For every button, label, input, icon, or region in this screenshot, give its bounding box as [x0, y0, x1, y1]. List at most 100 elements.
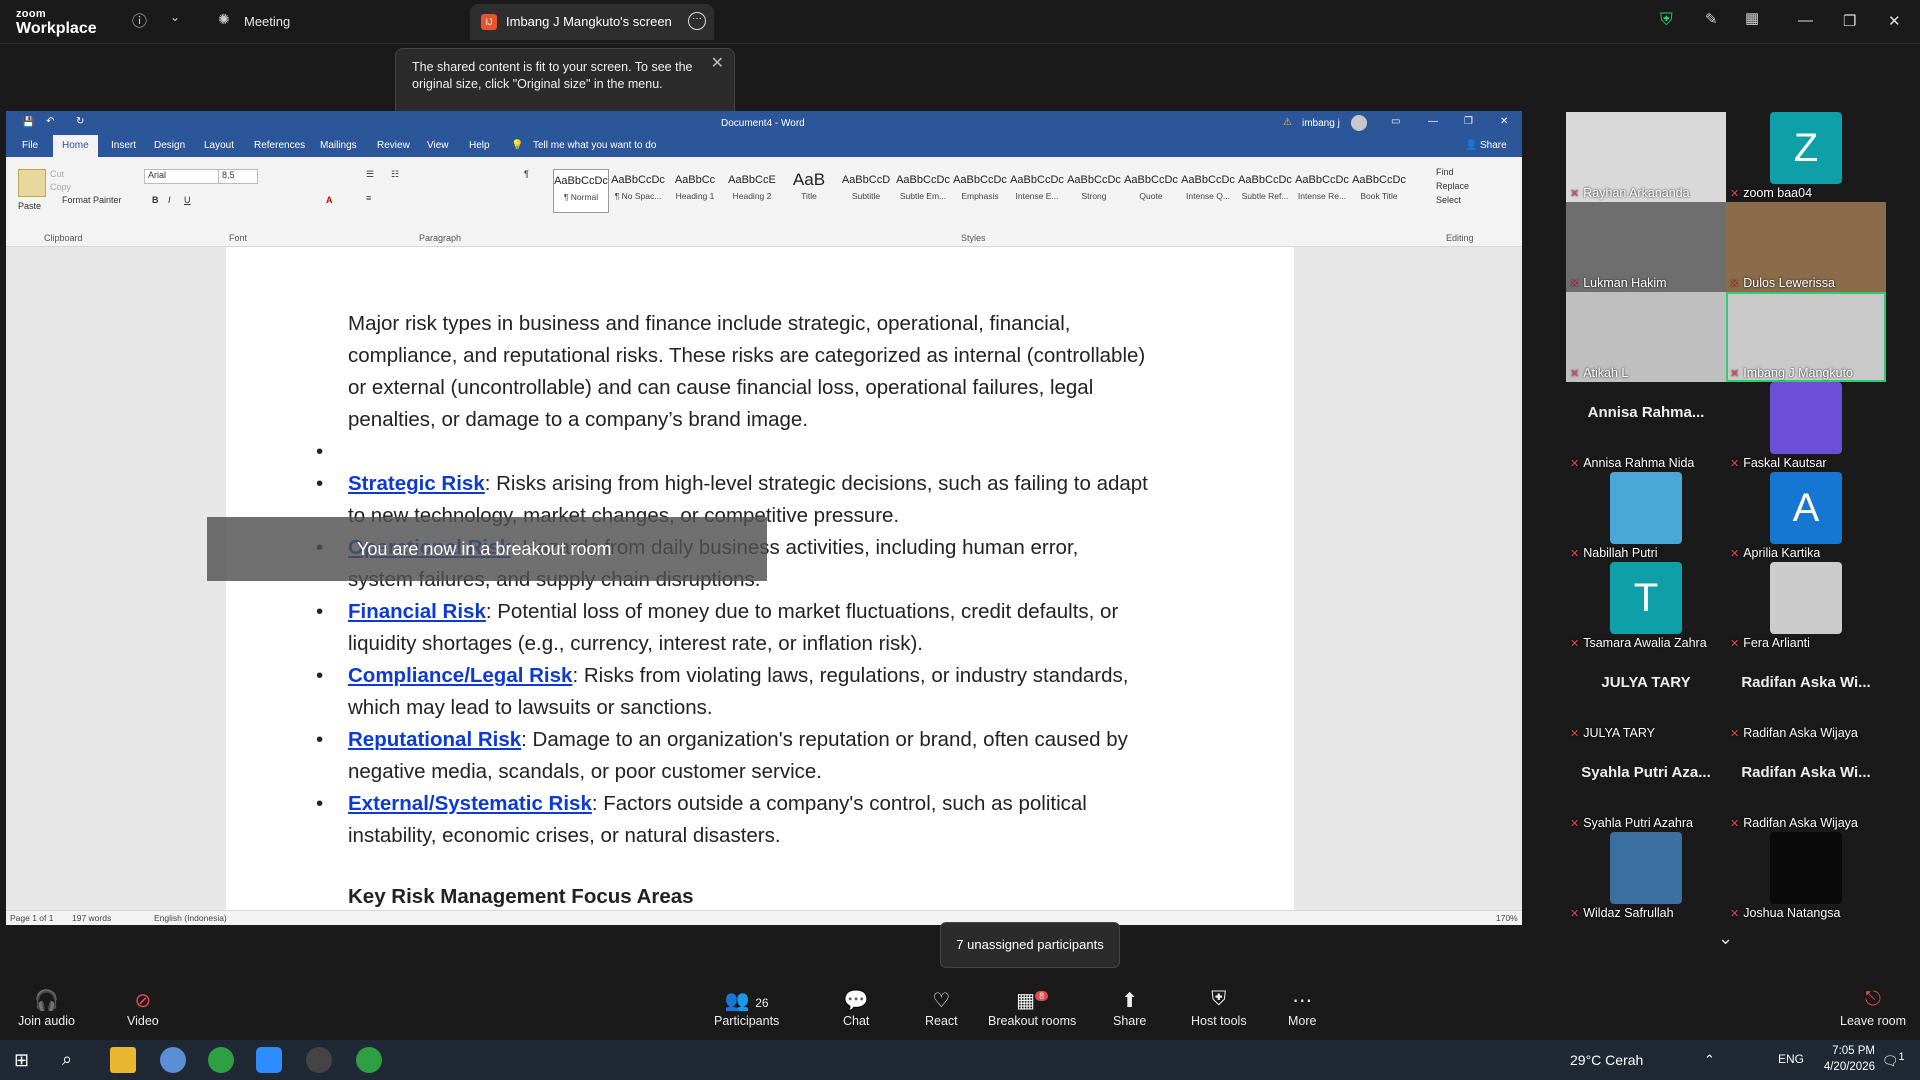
tab-file[interactable]: File: [22, 140, 38, 151]
participant-tile[interactable]: ✕ Faskal Kautsar: [1726, 382, 1886, 472]
find-button[interactable]: Find: [1436, 167, 1454, 177]
shield-icon[interactable]: ⛨: [1660, 10, 1673, 30]
participant-tile[interactable]: ✕ Imbang J Mangkuto: [1726, 292, 1886, 382]
word-user[interactable]: imbang j: [1302, 118, 1340, 129]
more-button[interactable]: ⋯ More: [1288, 988, 1316, 1028]
participant-tile[interactable]: A ✕ Aprilia Kartika: [1726, 472, 1886, 562]
file-explorer-icon[interactable]: [110, 1047, 136, 1073]
chevron-down-icon[interactable]: ⌄: [170, 10, 180, 24]
restore-icon[interactable]: ❐: [1843, 12, 1856, 30]
pen-icon[interactable]: ✎: [1705, 10, 1718, 28]
tab-home[interactable]: Home: [53, 135, 98, 157]
participant-tile[interactable]: ✕ Lukman Hakim: [1566, 202, 1726, 292]
tab-insert[interactable]: Insert: [111, 140, 136, 151]
host-tools-button[interactable]: ⛨ Host tools: [1191, 988, 1247, 1028]
font-size-select[interactable]: 8,5: [218, 169, 258, 184]
format-painter-button[interactable]: Format Painter: [62, 195, 122, 205]
participant-tile[interactable]: ✕ Atikah L: [1566, 292, 1726, 382]
risk-term-link[interactable]: Reputational Risk: [348, 728, 521, 751]
word-minimize-icon[interactable]: —: [1428, 116, 1438, 127]
participant-tile[interactable]: ✕ Wildaz Safrullah: [1566, 832, 1726, 922]
zoom-icon[interactable]: [256, 1047, 282, 1073]
shared-screen-tab[interactable]: IJ Imbang J Mangkuto's screen ···: [470, 4, 714, 40]
chat-button[interactable]: 💬 Chat: [843, 988, 869, 1028]
react-button[interactable]: ♡ React: [925, 988, 958, 1028]
participant-tile[interactable]: Syahla Putri Aza... ✕ Syahla Putri Azahra: [1566, 742, 1726, 832]
tab-review[interactable]: Review: [377, 140, 410, 151]
style-2[interactable]: AaBbCc Heading 1: [667, 169, 723, 213]
word-count[interactable]: 197 words: [72, 913, 111, 923]
risk-term-link[interactable]: Financial Risk: [348, 600, 486, 623]
font-name-select[interactable]: Arial: [144, 169, 220, 184]
tab-layout[interactable]: Layout: [204, 140, 234, 151]
tab-references[interactable]: References: [254, 140, 305, 151]
clock-date[interactable]: 4/20/2026: [1808, 1061, 1875, 1073]
info-icon[interactable]: ⓘ: [132, 10, 147, 31]
language-status[interactable]: English (Indonesia): [154, 913, 227, 923]
meeting-tab-label[interactable]: Meeting: [244, 14, 290, 29]
participant-tile[interactable]: Radifan Aska Wi... ✕ Radifan Aska Wijaya: [1726, 652, 1886, 742]
camera-app-icon[interactable]: [306, 1047, 332, 1073]
tab-mailings[interactable]: Mailings: [320, 140, 357, 151]
copy-button[interactable]: Copy: [50, 182, 71, 192]
participant-tile[interactable]: ✕ Joshua Natangsa: [1726, 832, 1886, 922]
replace-button[interactable]: Replace: [1436, 181, 1469, 191]
zoom-level[interactable]: 170%: [1496, 913, 1518, 923]
language-indicator[interactable]: ENG: [1778, 1052, 1804, 1066]
style-7[interactable]: AaBbCcDc Emphasis: [952, 169, 1008, 213]
notification-icon[interactable]: 🗨1: [1882, 1051, 1905, 1069]
style-1[interactable]: AaBbCcDc ¶ No Spac...: [610, 169, 666, 213]
select-button[interactable]: Select: [1436, 195, 1461, 205]
style-11[interactable]: AaBbCcDc Intense Q...: [1180, 169, 1236, 213]
style-10[interactable]: AaBbCcDc Quote: [1123, 169, 1179, 213]
paste-button[interactable]: Paste: [18, 201, 41, 211]
bold-icon[interactable]: B: [152, 195, 159, 205]
page-count[interactable]: Page 1 of 1: [10, 913, 53, 923]
font-color-icon[interactable]: A: [326, 195, 333, 205]
style-3[interactable]: AaBbCcE Heading 2: [724, 169, 780, 213]
more-options-icon[interactable]: ···: [688, 12, 706, 30]
participant-tile[interactable]: T ✕ Tsamara Awalia Zahra: [1566, 562, 1726, 652]
paste-icon[interactable]: [18, 169, 46, 197]
risk-term-link[interactable]: External/Systematic Risk: [348, 792, 592, 815]
search-icon[interactable]: ⌕: [62, 1049, 72, 1070]
clock-time[interactable]: 7:05 PM: [1815, 1045, 1875, 1057]
tab-view[interactable]: View: [427, 140, 449, 151]
tell-me-search[interactable]: Tell me what you want to do: [533, 140, 656, 151]
weather-widget[interactable]: 29°C Cerah: [1570, 1052, 1643, 1068]
save-icon[interactable]: 💾: [22, 117, 34, 128]
style-6[interactable]: AaBbCcDc Subtle Em...: [895, 169, 951, 213]
join-audio-button[interactable]: 🎧 Join audio: [18, 988, 75, 1028]
align-left-icon[interactable]: ≡: [366, 193, 371, 203]
participant-tile[interactable]: Annisa Rahma... ✕ Annisa Rahma Nida: [1566, 382, 1726, 472]
participant-tile[interactable]: Radifan Aska Wi... ✕ Radifan Aska Wijaya: [1726, 742, 1886, 832]
cut-button[interactable]: Cut: [50, 169, 64, 179]
italic-icon[interactable]: I: [168, 195, 171, 205]
underline-icon[interactable]: U: [184, 195, 191, 205]
participant-tile[interactable]: Z ✕ zoom baa04: [1726, 112, 1886, 202]
participant-tile[interactable]: ✕ Fera Arlianti: [1726, 562, 1886, 652]
tray-up-icon[interactable]: ⌃: [1704, 1052, 1715, 1068]
app-icon[interactable]: [160, 1047, 186, 1073]
tab-help[interactable]: Help: [469, 140, 490, 151]
gallery-scroll-down-icon[interactable]: ⌄: [1718, 928, 1733, 949]
user-avatar[interactable]: [1351, 115, 1367, 131]
layout-icon[interactable]: ▦: [1745, 9, 1759, 27]
style-0[interactable]: AaBbCcDc ¶ Normal: [553, 169, 609, 213]
style-9[interactable]: AaBbCcDc Strong: [1066, 169, 1122, 213]
redo-icon[interactable]: ↻: [76, 116, 84, 127]
style-13[interactable]: AaBbCcDc Intense Re...: [1294, 169, 1350, 213]
chrome-icon[interactable]: [208, 1047, 234, 1073]
breakout-rooms-button[interactable]: ▦ 8 Breakout rooms: [988, 988, 1076, 1028]
tooltip-close-icon[interactable]: ✕: [711, 55, 724, 72]
word-close-icon[interactable]: ✕: [1500, 116, 1508, 127]
tab-design[interactable]: Design: [154, 140, 185, 151]
word-share-button[interactable]: Share: [1480, 140, 1507, 151]
style-4[interactable]: AaB Title: [781, 169, 837, 213]
ribbon-display-icon[interactable]: ▭: [1391, 116, 1400, 127]
participant-tile[interactable]: ✕ Rayhan Arkananda: [1566, 112, 1726, 202]
windows-start-icon[interactable]: ⊞: [14, 1050, 29, 1071]
numbering-icon[interactable]: ☷: [391, 169, 399, 180]
risk-term-link[interactable]: Strategic Risk: [348, 472, 485, 495]
share-button[interactable]: ⬆ Share: [1113, 988, 1146, 1028]
